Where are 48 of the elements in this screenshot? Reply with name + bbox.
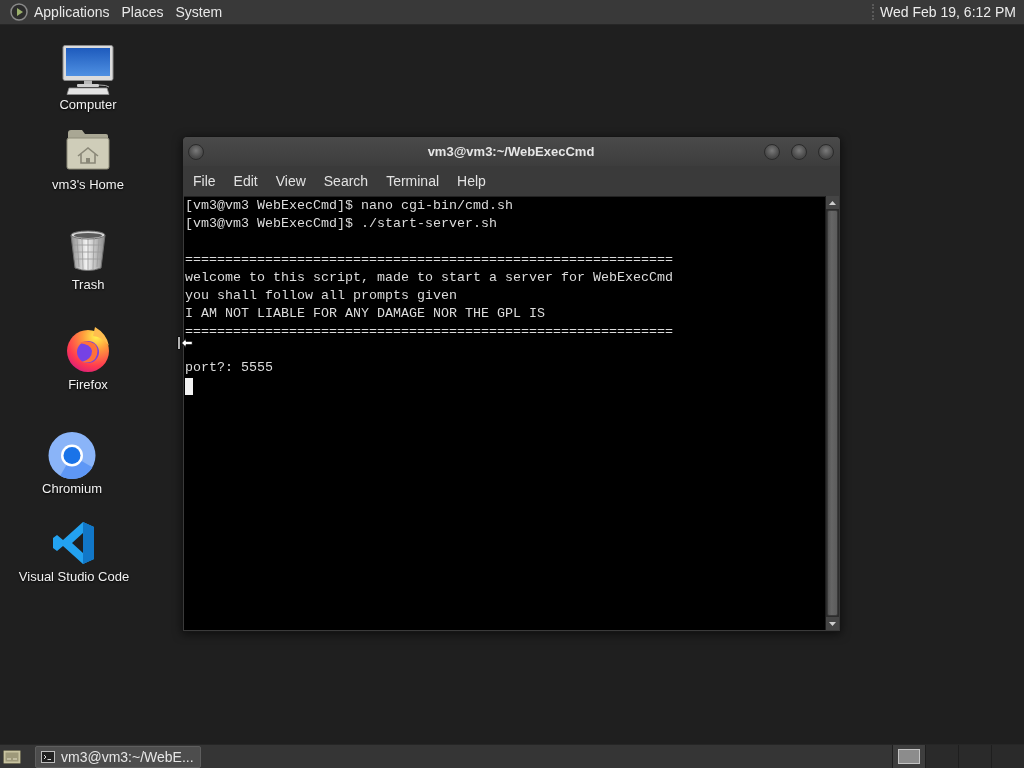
window-menu-button[interactable] [188,143,204,160]
trash-bin-icon[interactable] [68,229,108,273]
caret-up-icon [829,200,836,205]
workspace-cell[interactable] [892,745,925,768]
terminal-line: [vm3@vm3 WebExecCmd]$ ./start-server.sh [185,215,498,233]
desktop-icon-label[interactable]: Chromium [42,481,102,497]
home-folder-icon[interactable] [66,129,110,170]
panel-menu[interactable]: Applications [8,0,116,24]
terminal-line: [vm3@vm3 WebExecCmd]$ nano cgi-bin/cmd.sh [185,197,514,215]
desktop-icon-label[interactable]: Firefox [68,377,108,393]
caret-down-icon [829,621,836,626]
chromium-icon[interactable] [48,431,96,480]
window-title: vm3@vm3:~/WebExecCmd [427,144,595,159]
block-cursor-icon [185,377,193,395]
computer-icon[interactable] [62,45,114,95]
terminal-icon [41,750,55,763]
terminal-line: port?: 5555 [185,359,274,377]
minimize-button[interactable] [764,143,780,160]
terminal-line: you shall follow all prompts given [185,287,458,305]
clock[interactable]: Wed Feb 19, 6:12 PM [880,4,1020,20]
terminal-line: ============================================================= [185,323,674,341]
terminal-line: I AM NOT LIABLE FOR ANY DAMAGE NOR THE GPL IS [185,305,546,323]
scroll-down-button[interactable] [826,617,839,630]
play-circle-icon [10,3,28,21]
menu-item[interactable]: Edit [224,169,267,193]
terminal-line: ============================================================= [185,251,674,269]
firefox-icon[interactable] [65,326,111,373]
taskbar-button[interactable]: vm3@vm3:~/WebE... [35,745,201,768]
menu-item[interactable]: Help [448,169,495,193]
desktop-icon-label[interactable]: Computer [59,97,117,113]
window-thumbnail-icon [898,749,920,764]
close-button[interactable] [818,143,834,160]
menu-item[interactable]: View [266,169,315,193]
maximize-button[interactable] [791,143,807,160]
desktop-icon-label[interactable]: Visual Studio Code [18,569,130,585]
menu-item[interactable]: File [184,169,225,193]
terminal-line: welcome to this script, made to start a server for WebExecCmd [185,269,674,287]
scroll-up-button[interactable] [826,196,839,209]
panel-menu[interactable]: Places [115,0,170,24]
menu-item[interactable]: Terminal [377,169,449,193]
panel-menu[interactable]: System [169,0,229,24]
scroll-thumb[interactable] [827,210,838,616]
menu-item[interactable]: Search [314,169,378,193]
desktop-icon-label[interactable]: Trash [71,277,105,293]
desktop-icon-label[interactable]: vm3's Home [52,177,124,193]
workspace-cell[interactable] [925,745,958,768]
code-editor-icon[interactable] [52,521,96,565]
show-desktop-icon[interactable] [3,747,21,766]
